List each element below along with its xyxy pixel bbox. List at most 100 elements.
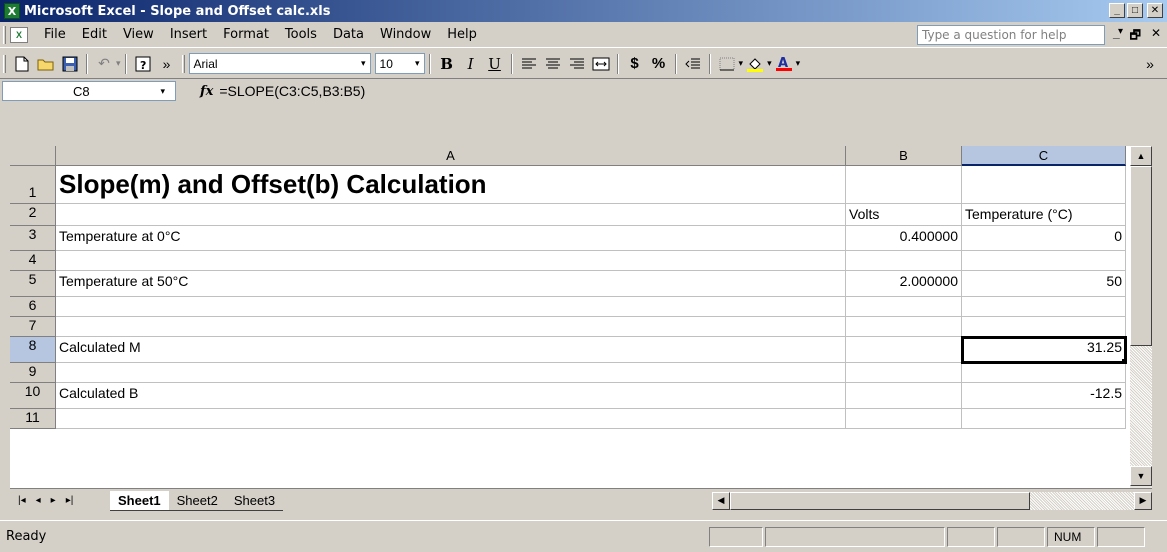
first-sheet-icon[interactable]: |◂ bbox=[18, 495, 26, 506]
cell-c9[interactable] bbox=[962, 363, 1126, 383]
cell-a6[interactable] bbox=[56, 297, 846, 317]
next-sheet-icon[interactable]: ▸ bbox=[51, 495, 56, 506]
menu-grip[interactable] bbox=[3, 25, 6, 44]
cell-c6[interactable] bbox=[962, 297, 1126, 317]
borders-icon[interactable] bbox=[715, 53, 739, 75]
cell-c5[interactable]: 50 bbox=[962, 271, 1126, 297]
save-icon[interactable] bbox=[59, 53, 81, 75]
excel-app-icon[interactable]: X bbox=[4, 3, 20, 19]
menu-data[interactable]: Data bbox=[325, 27, 372, 42]
name-box[interactable]: C8 ▾ bbox=[2, 81, 176, 101]
workbook-minimize-button[interactable]: _ bbox=[1113, 26, 1120, 47]
italic-button[interactable]: I bbox=[459, 53, 483, 75]
close-button[interactable]: ✕ bbox=[1147, 3, 1163, 18]
cell-a1[interactable]: Slope(m) and Offset(b) Calculation bbox=[56, 166, 846, 204]
cell-b6[interactable] bbox=[846, 297, 962, 317]
sheet-tab-sheet3[interactable]: Sheet3 bbox=[225, 491, 284, 511]
scroll-left-icon[interactable]: ◀ bbox=[712, 491, 730, 510]
insert-function-icon[interactable]: fx bbox=[200, 84, 213, 99]
align-center-icon[interactable] bbox=[541, 53, 565, 75]
row-header[interactable]: 8 bbox=[10, 337, 56, 363]
horizontal-scroll-thumb[interactable] bbox=[730, 491, 1030, 510]
open-folder-icon[interactable] bbox=[35, 53, 57, 75]
row-header[interactable]: 11 bbox=[10, 409, 56, 429]
column-header-b[interactable]: B bbox=[846, 146, 962, 166]
workbook-restore-button[interactable]: 🗗 bbox=[1130, 26, 1141, 47]
cell-b11[interactable] bbox=[846, 409, 962, 429]
cell-a7[interactable] bbox=[56, 317, 846, 337]
cell-c10[interactable]: -12.5 bbox=[962, 383, 1126, 409]
row-header[interactable]: 4 bbox=[10, 251, 56, 271]
cell-c2[interactable]: Temperature (°C) bbox=[962, 204, 1126, 226]
formula-input[interactable]: =SLOPE(C3:C5,B3:B5) bbox=[219, 83, 365, 99]
decrease-indent-icon[interactable] bbox=[681, 53, 705, 75]
align-left-icon[interactable] bbox=[517, 53, 541, 75]
font-size-select[interactable]: 10 ▾ bbox=[374, 53, 425, 74]
cell-a2[interactable] bbox=[56, 204, 846, 226]
font-color-icon[interactable]: A bbox=[772, 53, 796, 75]
new-file-icon[interactable] bbox=[11, 53, 33, 75]
cell-c7[interactable] bbox=[962, 317, 1126, 337]
undo-icon[interactable]: ↶ bbox=[93, 53, 115, 75]
menu-insert[interactable]: Insert bbox=[162, 27, 215, 42]
cell-a5[interactable]: Temperature at 50°C bbox=[56, 271, 846, 297]
horizontal-scrollbar[interactable]: ◀ ▶ bbox=[712, 491, 1152, 511]
fill-color-icon[interactable] bbox=[743, 53, 767, 75]
column-header-a[interactable]: A bbox=[56, 146, 846, 166]
prev-sheet-icon[interactable]: ◂ bbox=[36, 495, 41, 506]
scroll-up-icon[interactable]: ▲ bbox=[1130, 146, 1152, 166]
menu-edit[interactable]: Edit bbox=[74, 27, 115, 42]
cell-b1[interactable] bbox=[846, 166, 962, 204]
horizontal-scroll-track[interactable] bbox=[1030, 491, 1134, 510]
merge-center-icon[interactable] bbox=[589, 53, 613, 75]
help-search-input[interactable]: Type a question for help bbox=[917, 25, 1105, 45]
row-header[interactable]: 10 bbox=[10, 383, 56, 409]
name-box-dropdown-icon[interactable]: ▾ bbox=[160, 86, 165, 97]
column-header-c[interactable]: C bbox=[962, 146, 1126, 166]
menu-tools[interactable]: Tools bbox=[277, 27, 325, 42]
workbook-icon[interactable]: X bbox=[10, 26, 28, 43]
font-name-select[interactable]: Arial ▾ bbox=[188, 53, 371, 74]
cell-a4[interactable] bbox=[56, 251, 846, 271]
font-color-dropdown-icon[interactable]: ▾ bbox=[796, 58, 801, 69]
toolbar-overflow-icon[interactable]: » bbox=[1139, 53, 1161, 75]
row-header[interactable]: 1 bbox=[10, 166, 56, 204]
row-header[interactable]: 5 bbox=[10, 271, 56, 297]
row-header[interactable]: 2 bbox=[10, 204, 56, 226]
minimize-button[interactable]: _ bbox=[1109, 3, 1125, 18]
toolbar-grip[interactable] bbox=[3, 54, 6, 73]
cell-c3[interactable]: 0 bbox=[962, 226, 1126, 251]
underline-button[interactable]: U bbox=[483, 53, 507, 75]
last-sheet-icon[interactable]: ▸| bbox=[66, 495, 74, 506]
vertical-scroll-thumb[interactable] bbox=[1130, 166, 1152, 346]
cell-c8-active[interactable]: 31.25 bbox=[961, 336, 1127, 364]
sheet-tab-sheet2[interactable]: Sheet2 bbox=[168, 491, 226, 511]
cell-a3[interactable]: Temperature at 0°C bbox=[56, 226, 846, 251]
menu-window[interactable]: Window bbox=[372, 27, 439, 42]
vertical-scrollbar[interactable]: ▲ ▼ bbox=[1130, 146, 1152, 488]
currency-button[interactable]: $ bbox=[623, 53, 647, 75]
cell-c11[interactable] bbox=[962, 409, 1126, 429]
cell-b7[interactable] bbox=[846, 317, 962, 337]
sheet-tab-sheet1[interactable]: Sheet1 bbox=[110, 490, 169, 511]
scroll-right-icon[interactable]: ▶ bbox=[1134, 491, 1152, 510]
cell-c1[interactable] bbox=[962, 166, 1126, 204]
font-dropdown-icon[interactable]: ▾ bbox=[361, 58, 366, 69]
toolbar-grip[interactable] bbox=[181, 54, 185, 73]
scroll-down-icon[interactable]: ▼ bbox=[1130, 466, 1152, 486]
select-all-corner[interactable] bbox=[10, 146, 56, 166]
font-size-dropdown-icon[interactable]: ▾ bbox=[415, 58, 420, 69]
maximize-button[interactable]: □ bbox=[1127, 3, 1143, 18]
align-right-icon[interactable] bbox=[565, 53, 589, 75]
menu-view[interactable]: View bbox=[115, 27, 162, 42]
row-header[interactable]: 6 bbox=[10, 297, 56, 317]
cell-b5[interactable]: 2.000000 bbox=[846, 271, 962, 297]
cell-b4[interactable] bbox=[846, 251, 962, 271]
menu-help[interactable]: Help bbox=[439, 27, 485, 42]
cell-c4[interactable] bbox=[962, 251, 1126, 271]
undo-dropdown-icon[interactable]: ▾ bbox=[116, 58, 121, 69]
cell-a10[interactable]: Calculated B bbox=[56, 383, 846, 409]
row-header[interactable]: 3 bbox=[10, 226, 56, 251]
cell-a9[interactable] bbox=[56, 363, 846, 383]
cell-a11[interactable] bbox=[56, 409, 846, 429]
